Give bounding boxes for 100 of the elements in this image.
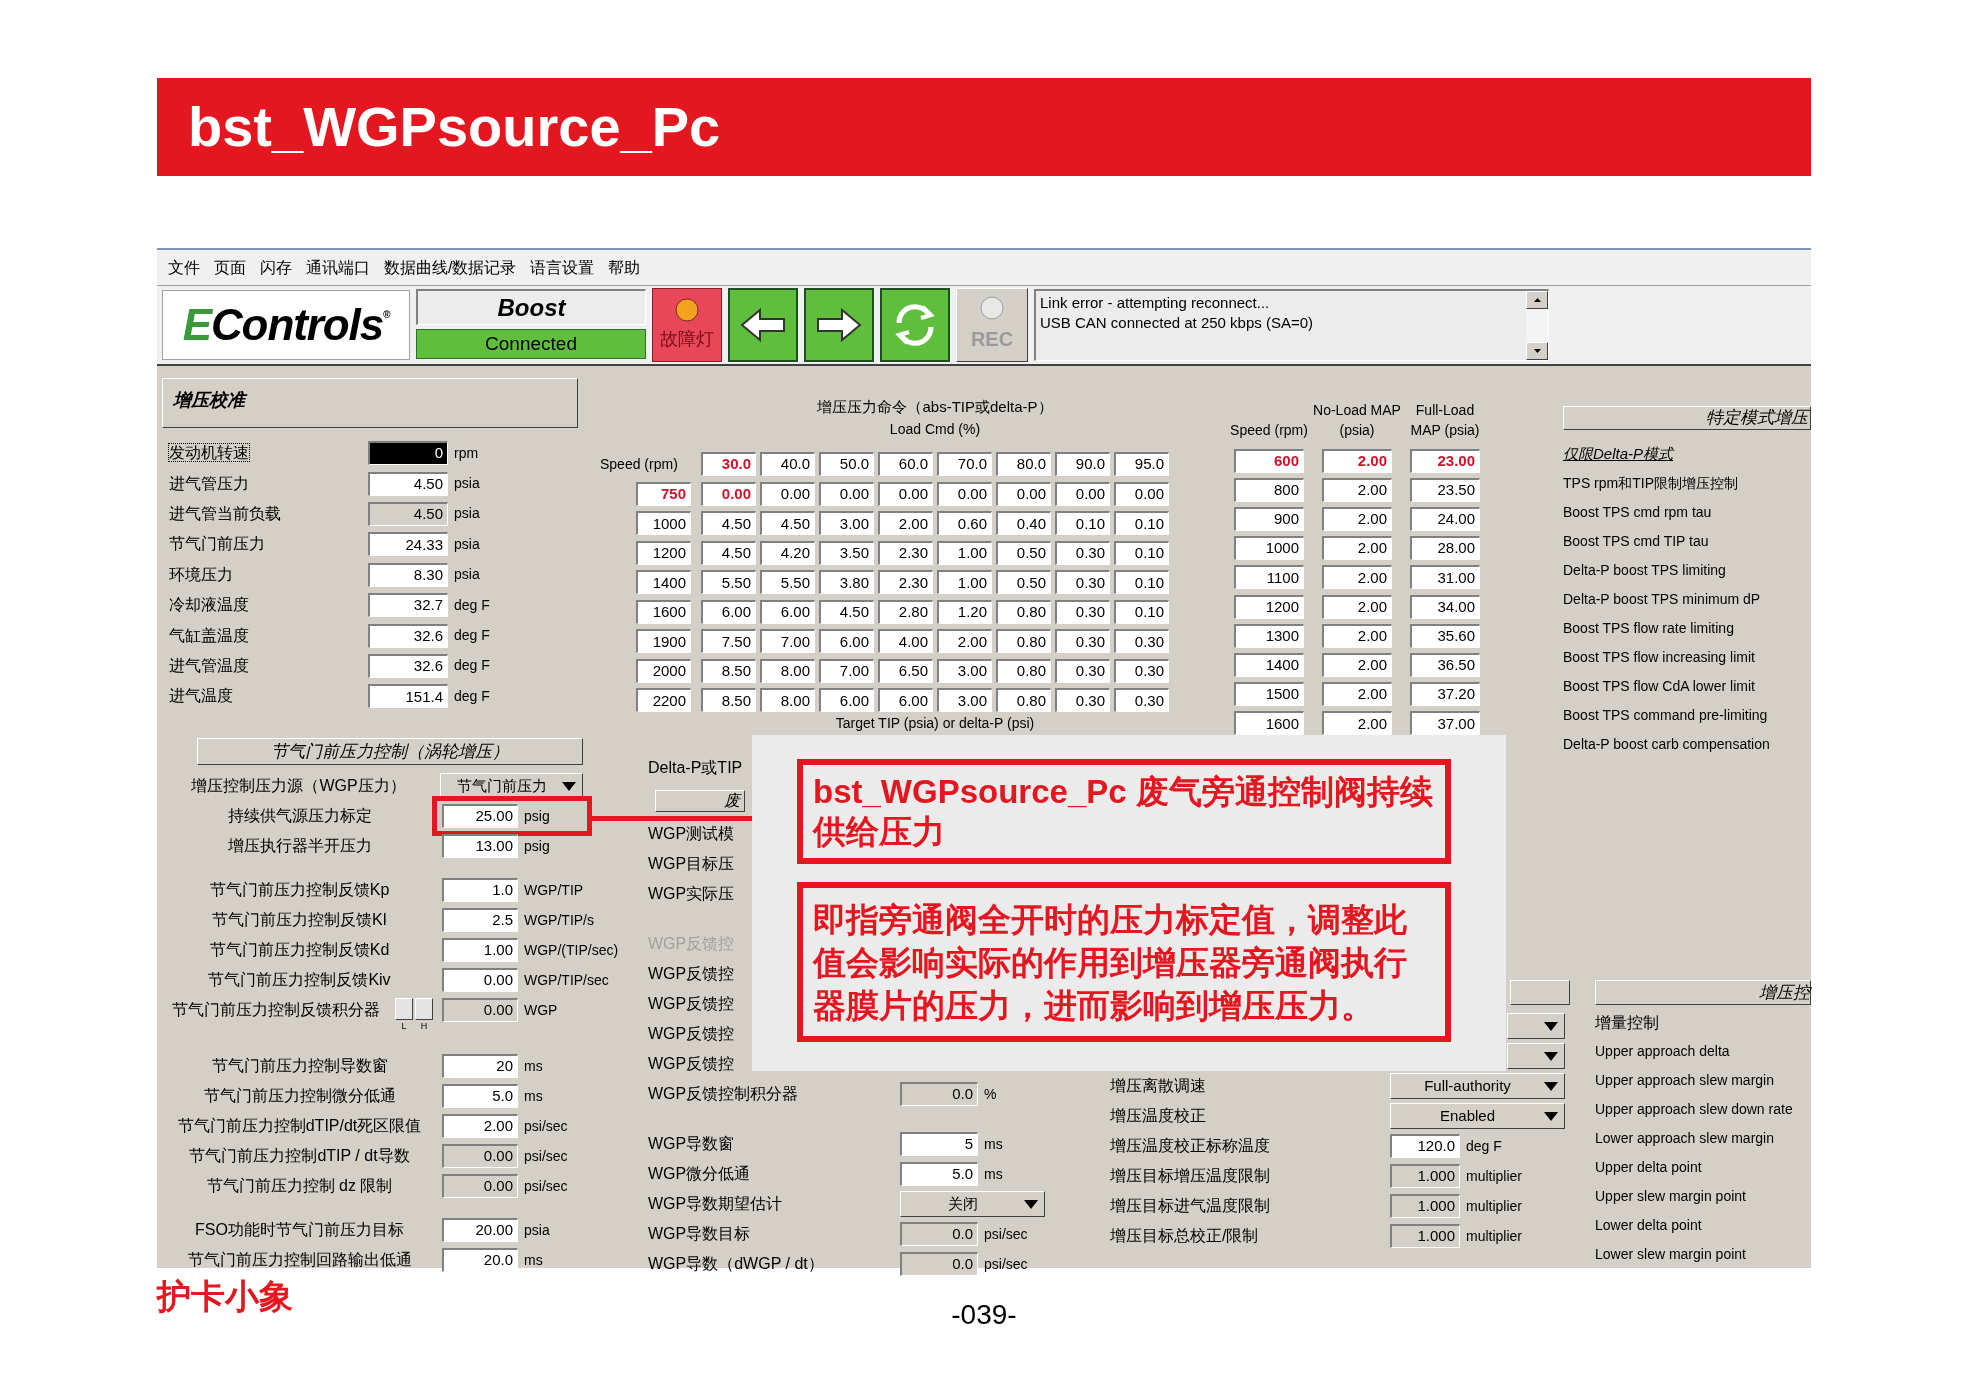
- value-field[interactable]: 31.00: [1410, 565, 1480, 590]
- value-field[interactable]: 600: [1234, 448, 1304, 473]
- control-item[interactable]: Upper delta point: [1595, 1157, 1702, 1178]
- value-field[interactable]: 151.4: [368, 684, 448, 709]
- value-field[interactable]: 0.00: [1055, 481, 1110, 506]
- value-field[interactable]: 2.00: [442, 1114, 518, 1138]
- value-field[interactable]: 0.00: [442, 1174, 518, 1198]
- value-field[interactable]: 900: [1234, 506, 1304, 531]
- value-field[interactable]: 4.50: [701, 540, 756, 565]
- push-button[interactable]: [395, 998, 413, 1020]
- menu-item[interactable]: 帮助: [601, 255, 648, 280]
- value-field[interactable]: 0.00: [878, 481, 933, 506]
- value-field[interactable]: 2.00: [1322, 477, 1392, 502]
- mode-item[interactable]: Delta-P boost TPS minimum dP: [1563, 589, 1761, 610]
- value-field[interactable]: 5.50: [701, 570, 756, 595]
- value-field[interactable]: 1200: [636, 540, 691, 565]
- value-field[interactable]: 1600: [636, 599, 691, 624]
- value-field[interactable]: 0.50: [996, 570, 1051, 595]
- control-item[interactable]: Lower delta point: [1595, 1215, 1702, 1236]
- control-item[interactable]: Upper slew margin point: [1595, 1186, 1746, 1207]
- value-field[interactable]: 1300: [1234, 623, 1304, 648]
- value-field[interactable]: 1400: [1234, 652, 1304, 677]
- value-field[interactable]: 0.0: [900, 1222, 978, 1246]
- control-item[interactable]: Upper approach slew margin: [1595, 1070, 1774, 1091]
- value-field[interactable]: 30.0: [701, 452, 756, 476]
- value-field[interactable]: 0.00: [442, 968, 518, 992]
- control-item[interactable]: 增量控制: [1595, 1010, 1659, 1035]
- value-field[interactable]: 20.0: [442, 1248, 518, 1272]
- value-field[interactable]: 4.50: [701, 511, 756, 536]
- value-field[interactable]: 8.00: [760, 688, 815, 713]
- value-field[interactable]: 2.00: [1322, 536, 1392, 561]
- menu-item[interactable]: 页面: [207, 255, 253, 280]
- value-field[interactable]: 0.10: [1114, 540, 1169, 565]
- value-field[interactable]: 0: [368, 441, 448, 466]
- value-field[interactable]: 2.00: [1322, 506, 1392, 531]
- value-field[interactable]: 40.0: [760, 452, 815, 476]
- value-field[interactable]: 0.0: [900, 1252, 978, 1276]
- value-field[interactable]: 7.50: [701, 629, 756, 654]
- value-field[interactable]: 2.30: [878, 570, 933, 595]
- value-field[interactable]: 60.0: [878, 452, 933, 476]
- value-field[interactable]: 2.80: [878, 599, 933, 624]
- value-field[interactable]: 0.00: [760, 481, 815, 506]
- mode-item[interactable]: Delta-P boost TPS limiting: [1563, 560, 1726, 581]
- menu-item[interactable]: 数据曲线/数据记录: [377, 255, 524, 280]
- value-field[interactable]: 0.30: [1055, 629, 1110, 654]
- value-field[interactable]: 6.00: [819, 688, 874, 713]
- value-field[interactable]: 2.00: [1322, 623, 1392, 648]
- value-field[interactable]: 5.0: [442, 1084, 518, 1108]
- value-field[interactable]: 0.30: [1055, 688, 1110, 713]
- value-field[interactable]: 4.00: [878, 629, 933, 654]
- value-field[interactable]: 1900: [636, 629, 691, 654]
- control-item[interactable]: Lower approach slew margin: [1595, 1128, 1774, 1149]
- value-field[interactable]: 0.80: [996, 688, 1051, 713]
- value-field[interactable]: 2.00: [1322, 565, 1392, 590]
- mode-item[interactable]: Boost TPS flow increasing limit: [1563, 647, 1755, 668]
- value-field[interactable]: 37.00: [1410, 711, 1480, 736]
- value-field[interactable]: 23.00: [1410, 448, 1480, 473]
- value-field[interactable]: 8.50: [701, 658, 756, 683]
- value-field[interactable]: 3.00: [819, 511, 874, 536]
- value-field[interactable]: 6.00: [878, 688, 933, 713]
- value-field[interactable]: 2.5: [442, 908, 518, 932]
- menu-item[interactable]: 闪存: [253, 255, 299, 280]
- menu-item[interactable]: 语言设置: [523, 255, 602, 280]
- value-field[interactable]: 1100: [1234, 565, 1304, 590]
- value-field[interactable]: 2.00: [937, 629, 992, 654]
- value-field[interactable]: 0.80: [996, 599, 1051, 624]
- value-field[interactable]: 0.00: [442, 998, 518, 1022]
- value-field[interactable]: 0.50: [996, 540, 1051, 565]
- mode-item[interactable]: Boost TPS cmd TIP tau: [1563, 531, 1709, 552]
- control-item[interactable]: Upper approach slew down rate: [1595, 1099, 1793, 1120]
- forward-button[interactable]: [804, 288, 874, 362]
- mode-item[interactable]: Boost TPS flow rate limiting: [1563, 618, 1734, 639]
- value-field[interactable]: 1.00: [937, 570, 992, 595]
- value-field[interactable]: 8.00: [760, 658, 815, 683]
- value-field[interactable]: 2.00: [878, 511, 933, 536]
- value-field[interactable]: 0.60: [937, 511, 992, 536]
- value-field[interactable]: 7.00: [819, 658, 874, 683]
- value-field[interactable]: 0.30: [1114, 629, 1169, 654]
- value-field[interactable]: 1.000: [1390, 1164, 1460, 1188]
- dropdown[interactable]: [1507, 1043, 1565, 1069]
- dropdown[interactable]: Full-authority: [1390, 1073, 1565, 1099]
- value-field[interactable]: 3.00: [937, 658, 992, 683]
- value-field[interactable]: 120.0: [1390, 1134, 1460, 1158]
- dropdown[interactable]: 关闭: [900, 1191, 1045, 1217]
- value-field[interactable]: 2.00: [1322, 652, 1392, 677]
- value-field[interactable]: 20: [442, 1054, 518, 1078]
- value-field[interactable]: 1200: [1234, 594, 1304, 619]
- value-field[interactable]: 4.50: [819, 599, 874, 624]
- value-field[interactable]: 24.33: [368, 532, 448, 557]
- value-field[interactable]: 5: [900, 1132, 978, 1156]
- mode-item[interactable]: Boost TPS cmd rpm tau: [1563, 502, 1712, 523]
- value-field[interactable]: 2.30: [878, 540, 933, 565]
- value-field[interactable]: 0.00: [819, 481, 874, 506]
- control-item[interactable]: Lower slew margin point: [1595, 1244, 1746, 1265]
- value-field[interactable]: 0.30: [1055, 658, 1110, 683]
- value-field[interactable]: 0.30: [1055, 540, 1110, 565]
- value-field[interactable]: 95.0: [1114, 452, 1169, 476]
- value-field[interactable]: 6.50: [878, 658, 933, 683]
- value-field[interactable]: 0.30: [1114, 658, 1169, 683]
- value-field[interactable]: 8.50: [701, 688, 756, 713]
